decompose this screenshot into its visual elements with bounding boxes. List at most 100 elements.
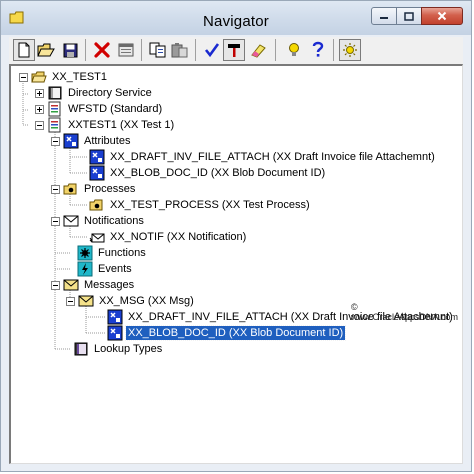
- function-icon: [77, 245, 93, 261]
- tree-node-label: Events: [98, 263, 132, 275]
- open-icon: [37, 43, 55, 56]
- tree-node-label: Functions: [98, 247, 146, 259]
- message-icon: [63, 277, 79, 293]
- open-button[interactable]: [35, 39, 57, 61]
- attribute-icon: [89, 165, 105, 181]
- event-icon: [77, 261, 93, 277]
- save-button[interactable]: [59, 39, 81, 61]
- hammer-button[interactable]: [223, 39, 245, 61]
- directory-book-icon: [47, 85, 63, 101]
- collapse-toggle-notifications[interactable]: [51, 217, 60, 226]
- lightbulb-icon: [289, 43, 299, 56]
- tree-node-label: Attributes: [84, 135, 131, 147]
- process-icon: [63, 181, 79, 197]
- lookup-book-icon: [73, 341, 89, 357]
- paste-button[interactable]: [169, 39, 191, 61]
- tree-node-label: Processes: [84, 183, 136, 195]
- minimize-button[interactable]: [371, 7, 397, 25]
- tree-node-attribute-blob-doc-id[interactable]: XX_BLOB_DOC_ID (XX Blob Document ID): [89, 165, 327, 181]
- attribute-icon: [89, 149, 105, 165]
- tree-node-notifications[interactable]: Notifications: [63, 213, 146, 229]
- watermark-text: © www.OracleAppsDNA.com: [351, 302, 459, 322]
- delete-button[interactable]: [91, 39, 113, 61]
- item-type-icon: [47, 101, 63, 117]
- sun-button[interactable]: [339, 39, 361, 61]
- tree-node-events[interactable]: Events: [77, 261, 134, 277]
- toolbar-separator: [141, 39, 142, 61]
- minimize-icon: [380, 17, 388, 19]
- tree-node-label: XX_BLOB_DOC_ID (XX Blob Document ID): [110, 167, 326, 179]
- eraser-button[interactable]: [247, 39, 269, 61]
- navigator-tree-panel: XX_TEST1 Directory Service WFSTD (Standa…: [9, 64, 463, 464]
- maximize-icon: [404, 11, 414, 21]
- paste-icon: [171, 43, 188, 58]
- notification-icon: [63, 213, 79, 229]
- properties-button[interactable]: [115, 39, 137, 61]
- toolbar-separator: [275, 39, 276, 61]
- tree-node-functions[interactable]: Functions: [77, 245, 148, 261]
- expand-toggle-directory-service[interactable]: [35, 89, 44, 98]
- tree-node-processes[interactable]: Processes: [63, 181, 137, 197]
- collapse-toggle-messages[interactable]: [51, 281, 60, 290]
- tree-node-label: XX_MSG (XX Msg): [99, 295, 194, 307]
- tree-node-label: XX_NOTIF (XX Notification): [110, 231, 247, 243]
- tree-node-label: Lookup Types: [94, 343, 163, 355]
- copy-icon: [149, 42, 166, 58]
- notification-icon: [89, 229, 105, 245]
- collapse-toggle-attributes[interactable]: [51, 137, 60, 146]
- tree-node-directory-service[interactable]: Directory Service: [47, 85, 154, 101]
- tree-node-label: XX_DRAFT_INV_FILE_ATTACH (XX Draft Invoi…: [110, 151, 435, 163]
- collapse-toggle-xx-test1[interactable]: [19, 73, 28, 82]
- eraser-icon: [251, 44, 266, 58]
- close-icon: [437, 11, 447, 21]
- help-button[interactable]: [307, 39, 329, 61]
- copy-button[interactable]: [147, 39, 169, 61]
- tree-node-label: Directory Service: [68, 87, 152, 99]
- toolbar-separator: [85, 39, 86, 61]
- tree-node-wfstd[interactable]: WFSTD (Standard): [47, 101, 164, 117]
- item-type-icon: [47, 117, 63, 133]
- title-bar[interactable]: Navigator: [1, 1, 471, 35]
- tree-node-label-selected: XX_BLOB_DOC_ID (XX Blob Document ID): [124, 325, 347, 341]
- verify-icon: [204, 43, 220, 58]
- expand-toggle-wfstd[interactable]: [35, 105, 44, 114]
- tree-node-xxtest1[interactable]: XXTEST1 (XX Test 1): [47, 117, 176, 133]
- tree-node-msg-attribute-blob-doc-id[interactable]: XX_BLOB_DOC_ID (XX Blob Document ID): [107, 325, 347, 341]
- tree-node-notification-xx-notif[interactable]: XX_NOTIF (XX Notification): [89, 229, 248, 245]
- tree-node-label: WFSTD (Standard): [68, 103, 163, 115]
- toolbar: [9, 37, 463, 64]
- tree-node-lookup-types[interactable]: Lookup Types: [73, 341, 164, 357]
- collapse-toggle-processes[interactable]: [51, 185, 60, 194]
- tree-node-attribute-draft-inv-file-attach[interactable]: XX_DRAFT_INV_FILE_ATTACH (XX Draft Invoi…: [89, 149, 437, 165]
- new-button[interactable]: [13, 39, 35, 61]
- tree-node-process-xx-test-process[interactable]: XX_TEST_PROCESS (XX Test Process): [89, 197, 312, 213]
- tree-node-message-xx-msg[interactable]: XX_MSG (XX Msg): [78, 293, 196, 309]
- attribute-icon: [107, 309, 123, 325]
- tree-view[interactable]: XX_TEST1 Directory Service WFSTD (Standa…: [11, 66, 461, 462]
- tree-node-messages[interactable]: Messages: [63, 277, 136, 293]
- lightbulb-button[interactable]: [283, 39, 305, 61]
- toolbar-separator: [195, 39, 196, 61]
- sun-icon: [343, 43, 357, 57]
- collapse-toggle-xxtest1[interactable]: [35, 121, 44, 130]
- attribute-icon: [63, 133, 79, 149]
- tree-node-xx-test1[interactable]: XX_TEST1: [31, 69, 109, 85]
- tree-node-label: XX_TEST_PROCESS (XX Test Process): [110, 199, 310, 211]
- maximize-button[interactable]: [396, 7, 422, 25]
- tree-node-label: Notifications: [84, 215, 144, 227]
- tree-node-attributes[interactable]: Attributes: [63, 133, 132, 149]
- help-icon: [312, 41, 324, 57]
- verify-button[interactable]: [201, 39, 223, 61]
- tree-node-label: XX_TEST1: [52, 71, 108, 83]
- properties-icon: [118, 43, 134, 57]
- toolbar-separator: [333, 39, 334, 61]
- new-icon: [18, 42, 30, 58]
- message-icon: [78, 293, 94, 309]
- window-controls: [371, 7, 463, 25]
- delete-icon: [94, 42, 110, 58]
- save-icon: [63, 43, 77, 57]
- collapse-toggle-xx-msg[interactable]: [66, 297, 75, 306]
- navigator-window: Navigator XX_TEST1 Directory Service WFS…: [0, 0, 472, 472]
- folder-icon: [31, 69, 47, 85]
- close-button[interactable]: [421, 7, 463, 25]
